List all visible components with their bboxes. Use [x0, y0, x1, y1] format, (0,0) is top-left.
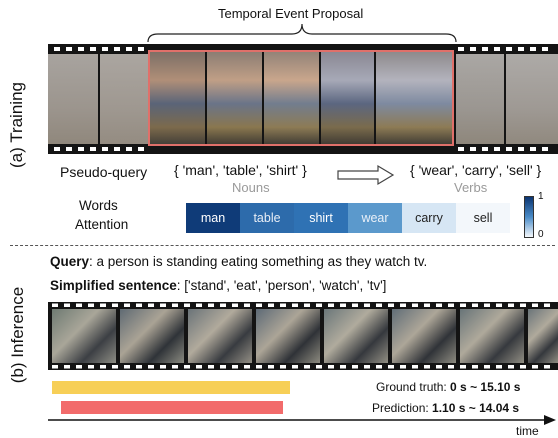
attention-word-cell: carry: [402, 203, 456, 233]
simplified-line: Simplified sentence: ['stand', 'eat', 'p…: [50, 278, 386, 293]
proposal-title: Temporal Event Proposal: [218, 6, 364, 21]
right-arrow-icon: [337, 164, 395, 186]
words-attention-heatmap: man table shirt wear carry sell: [186, 203, 510, 233]
query-label: Query: [50, 254, 90, 269]
ground-truth-line: Ground truth: 0 s ~ 15.10 s: [376, 380, 520, 394]
ground-truth-value: 0 s ~ 15.10 s: [450, 380, 521, 394]
ground-truth-bar: [52, 381, 290, 394]
inference-section-label: (b) Inference: [8, 286, 27, 384]
video-frame: [528, 309, 558, 363]
video-frame: [120, 309, 184, 363]
pseudo-query-label: Pseudo-query: [60, 164, 148, 180]
nouns-set: { 'man', 'table', 'shirt' }: [174, 162, 307, 178]
video-frame: [100, 54, 148, 144]
attention-word-cell: shirt: [294, 203, 348, 233]
simplified-text: : ['stand', 'eat', 'person', 'watch', 't…: [176, 278, 387, 293]
verbs-set: { 'wear', 'carry', 'sell' }: [410, 162, 542, 178]
video-frame: [392, 309, 456, 363]
video-frame: [460, 309, 524, 363]
colorbar-max-label: 1: [538, 191, 544, 202]
prediction-bar: [61, 401, 283, 414]
query-line: Query: a person is standing eating somet…: [50, 254, 427, 269]
verbs-caption: Verbs: [454, 180, 488, 195]
video-frame: [456, 54, 504, 144]
proposal-bracket: [147, 23, 457, 43]
section-divider: [10, 245, 555, 246]
attention-word-cell: wear: [348, 203, 402, 233]
colorbar-min-label: 0: [538, 229, 544, 240]
video-frame: [188, 309, 252, 363]
attention-word-cell: sell: [456, 203, 510, 233]
time-axis-label: time: [516, 424, 539, 438]
query-text: : a person is standing eating something …: [89, 254, 428, 269]
attention-colorbar: [524, 196, 534, 238]
video-frame: [48, 54, 98, 144]
video-frame: [256, 309, 320, 363]
time-axis-arrow: [48, 415, 556, 425]
temporal-proposal-highlight: [148, 50, 454, 146]
prediction-label: Prediction:: [372, 401, 433, 415]
video-frame: [506, 54, 558, 144]
simplified-label: Simplified sentence: [50, 278, 177, 293]
video-frame: [324, 309, 388, 363]
nouns-caption: Nouns: [232, 180, 270, 195]
attention-word-cell: table: [240, 203, 294, 233]
ground-truth-label: Ground truth:: [376, 380, 451, 394]
training-filmstrip: [48, 44, 558, 154]
inference-filmstrip: [48, 302, 558, 370]
attention-word-cell: man: [186, 203, 240, 233]
prediction-value: 1.10 s ~ 14.04 s: [432, 401, 520, 415]
prediction-line: Prediction: 1.10 s ~ 14.04 s: [372, 401, 519, 415]
attention-label-line2: Attention: [75, 217, 129, 232]
attention-label-line1: Words: [79, 198, 118, 213]
video-frame: [52, 309, 116, 363]
training-section-label: (a) Training: [7, 82, 26, 168]
